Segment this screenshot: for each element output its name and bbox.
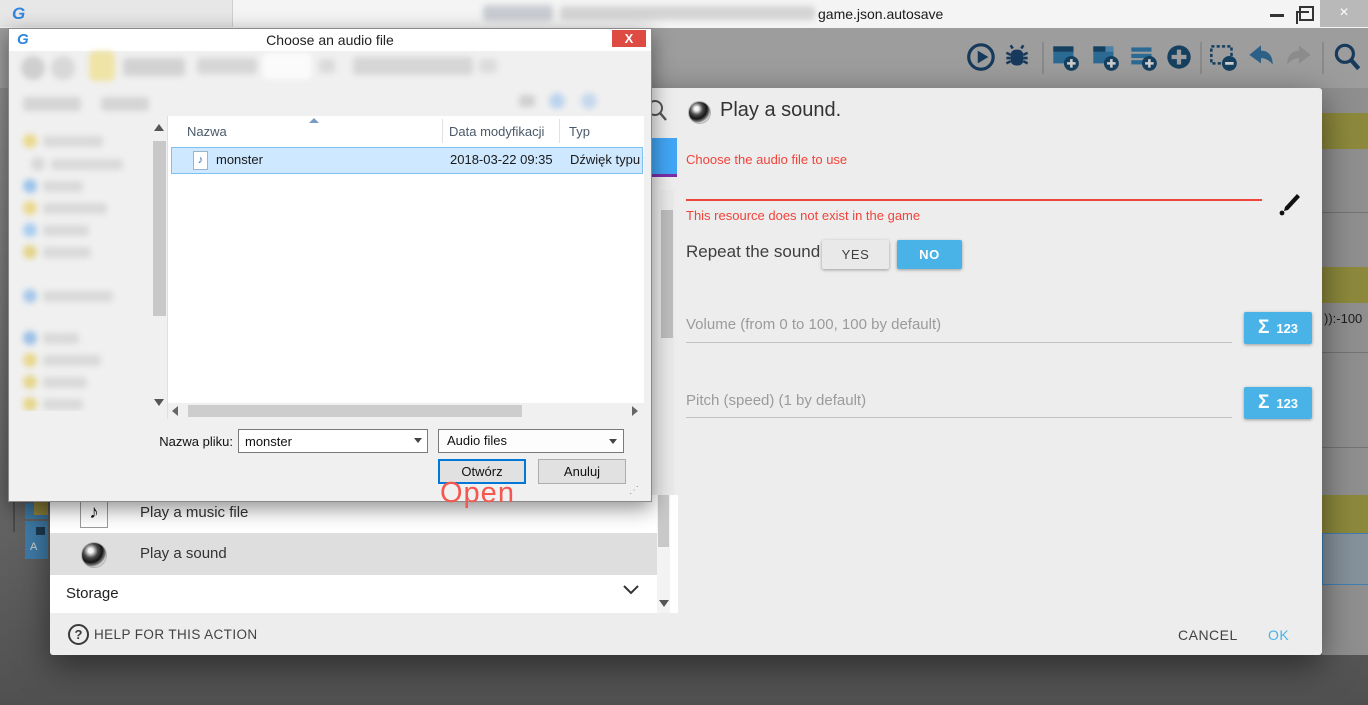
minimize-button[interactable] — [1270, 14, 1284, 17]
cancel-button-pl[interactable]: Anuluj — [538, 459, 626, 484]
pitch-param-label: Pitch (speed) (1 by default) — [686, 392, 866, 409]
filename-label: Nazwa pliku: — [159, 434, 233, 449]
window-title: game.json.autosave — [818, 6, 943, 22]
file-dialog-close-button[interactable]: X — [612, 30, 646, 47]
action-list-scroll-thumb[interactable] — [661, 210, 673, 338]
event-expression-text: )):-100 — [1324, 311, 1362, 326]
screen: G game.json.autosave × — [0, 0, 1368, 705]
pick-resource-pencil-icon[interactable] — [1276, 191, 1302, 222]
help-icon[interactable]: ? — [68, 624, 89, 645]
numbers-icon: 123 — [1276, 396, 1298, 411]
column-header-date[interactable]: Data modyfikacji — [449, 124, 544, 139]
numbers-icon: 123 — [1276, 321, 1298, 336]
sort-ascending-icon — [309, 118, 319, 123]
action-item-play-sound[interactable]: Play a sound — [50, 533, 661, 575]
ok-button[interactable]: OK — [1268, 627, 1289, 643]
hscroll-thumb[interactable] — [188, 405, 522, 417]
filetype-value: Audio files — [447, 433, 507, 448]
chevron-down-icon — [609, 439, 617, 444]
open-annotation: Open — [440, 477, 515, 510]
volume-expression-button[interactable]: Σ 123 — [1244, 312, 1312, 344]
file-name-cell: monster — [216, 152, 263, 167]
event-object-letter: A — [30, 541, 37, 553]
cancel-button[interactable]: CANCEL — [1178, 627, 1238, 643]
audio-file-input-underline — [686, 199, 1262, 201]
tree-scroll-thumb[interactable] — [153, 141, 166, 316]
filename-input — [238, 429, 428, 453]
resize-grip[interactable]: ⋰ — [629, 485, 643, 497]
audio-file-icon: ♪ — [193, 151, 208, 170]
repeat-sound-label: Repeat the sound — [686, 242, 820, 262]
tree-scrollbar[interactable] — [152, 119, 167, 411]
action-item-label: Play a sound — [140, 545, 227, 562]
add-circle-icon[interactable] — [1162, 40, 1196, 74]
resource-error-text: This resource does not exist in the game — [686, 208, 920, 223]
speaker-icon — [688, 101, 711, 124]
column-header-name[interactable]: Nazwa — [187, 124, 227, 139]
add-subevent-icon[interactable] — [1088, 40, 1122, 74]
volume-param-label: Volume (from 0 to 100, 100 by default) — [686, 316, 941, 333]
redo-icon[interactable] — [1282, 40, 1316, 74]
add-comment-icon[interactable] — [1126, 40, 1160, 74]
selected-category-tab[interactable] — [651, 138, 677, 174]
music-note-icon: ♪ — [80, 498, 108, 528]
file-dialog-titlebar: G Choose an audio file X — [9, 29, 651, 51]
speaker-icon — [81, 542, 107, 568]
file-list: Nazwa Data modyfikacji Typ ♪ monster 201… — [167, 116, 644, 419]
search-icon[interactable] — [1330, 40, 1364, 74]
repeat-no-button[interactable]: NO — [897, 240, 962, 269]
play-icon[interactable] — [965, 40, 999, 74]
action-item-label: Play a music file — [140, 504, 248, 521]
action-group-storage[interactable]: Storage — [66, 585, 119, 602]
chevron-down-icon[interactable] — [622, 583, 640, 601]
close-button[interactable]: × — [1320, 0, 1368, 27]
sigma-icon: Σ — [1258, 392, 1269, 414]
add-event-icon[interactable] — [1048, 40, 1082, 74]
repeat-yes-button[interactable]: YES — [822, 240, 889, 269]
undo-icon[interactable] — [1244, 40, 1278, 74]
debug-icon[interactable] — [1000, 40, 1034, 74]
help-link[interactable]: HELP FOR THIS ACTION — [94, 627, 258, 642]
file-type-cell: Dźwięk typu w — [570, 152, 644, 167]
list-scroll-thumb[interactable] — [658, 495, 669, 547]
file-row-selected[interactable]: ♪ monster 2018-03-22 09:35 Dźwięk typu w — [171, 147, 643, 174]
filetype-dropdown[interactable]: Audio files — [438, 429, 624, 453]
volume-input-underline[interactable] — [686, 342, 1232, 343]
file-dialog-title: Choose an audio file — [9, 32, 651, 48]
pitch-input-underline[interactable] — [686, 417, 1232, 418]
file-chooser-dialog: G Choose an audio file X Nazwa Data mody… — [8, 28, 652, 502]
action-title: Play a sound. — [720, 99, 841, 122]
pitch-expression-button[interactable]: Σ 123 — [1244, 387, 1312, 419]
file-list-hscrollbar[interactable] — [168, 403, 644, 419]
blurred-path-segment — [483, 5, 553, 21]
scroll-down-icon[interactable] — [659, 600, 669, 607]
filename-combobox[interactable] — [238, 429, 428, 453]
gdevelop-logo-icon: G — [12, 5, 25, 22]
restore-button[interactable] — [1299, 6, 1314, 21]
audio-file-param-label: Choose the audio file to use — [686, 152, 847, 167]
chevron-down-icon[interactable] — [414, 438, 422, 443]
window-titlebar: G game.json.autosave × — [0, 0, 1368, 29]
action-list: ♪ Play a music file Play a sound Storage — [50, 495, 678, 613]
column-header-type[interactable]: Typ — [569, 124, 590, 139]
app-tab[interactable]: G — [0, 0, 233, 27]
category-tab-underline — [651, 174, 677, 177]
blurred-path-segment — [560, 6, 815, 20]
events-sheet-fragment: )):-100 — [1322, 88, 1368, 655]
selected-event-fragment — [1322, 533, 1368, 585]
file-date-cell: 2018-03-22 09:35 — [450, 152, 553, 167]
sigma-icon: Σ — [1258, 317, 1269, 339]
folder-tree-pane[interactable] — [17, 119, 152, 411]
remove-event-icon[interactable] — [1206, 40, 1240, 74]
audio-file-input[interactable] — [686, 168, 1262, 198]
